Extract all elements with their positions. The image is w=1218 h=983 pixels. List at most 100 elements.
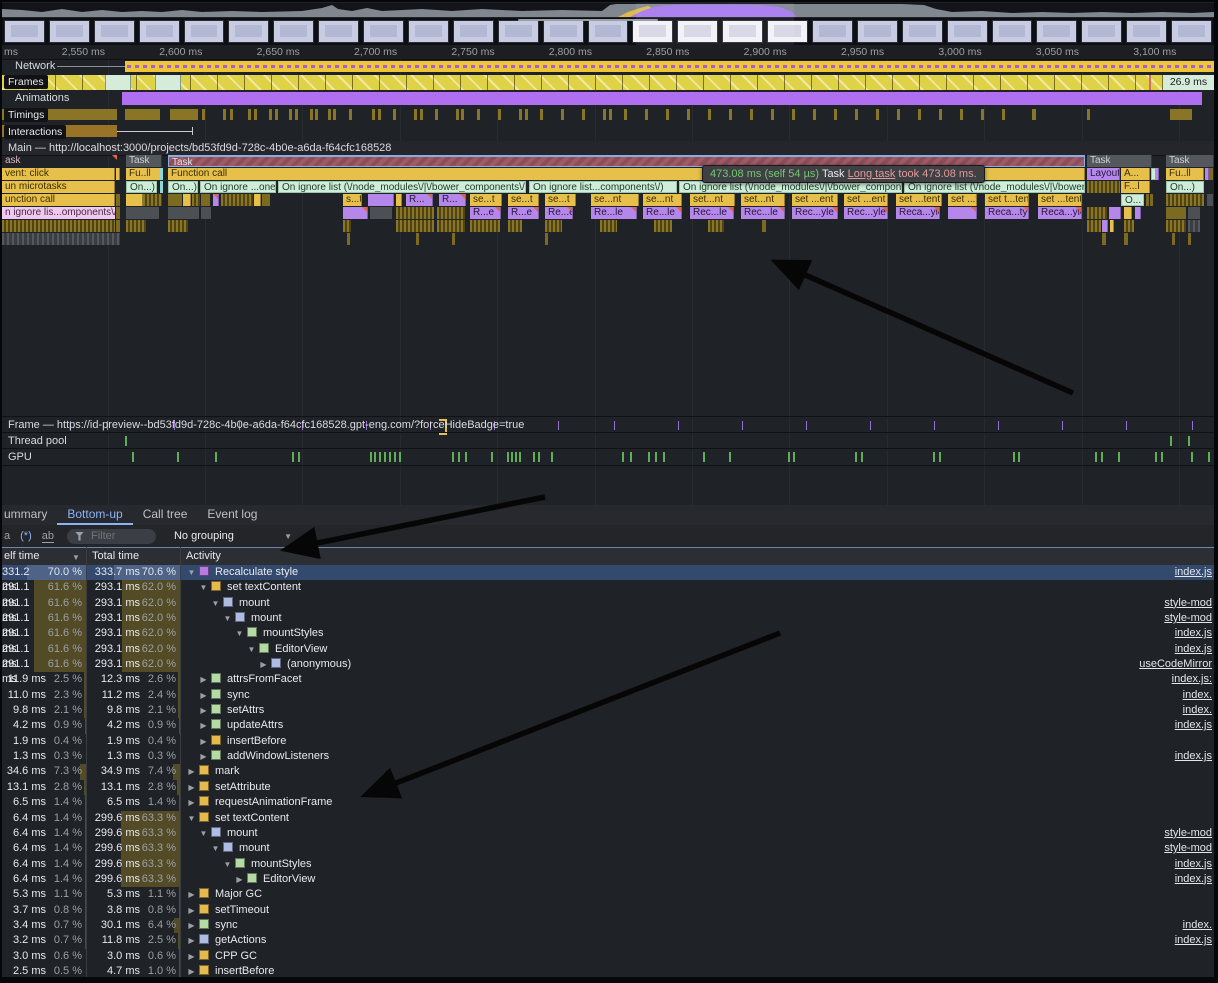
filmstrip-frame[interactable] (94, 20, 135, 43)
activity-name[interactable]: insertBefore (227, 735, 286, 747)
flame-segment[interactable] (1207, 194, 1213, 206)
source-link[interactable]: index.js (1175, 749, 1212, 764)
column-total-time[interactable]: Total time (92, 550, 139, 562)
flame-segment[interactable] (116, 207, 120, 219)
filmstrip-frame[interactable] (1126, 20, 1167, 43)
flame-segment[interactable] (370, 207, 392, 219)
flame-segment[interactable] (116, 220, 120, 232)
source-link[interactable]: index.js (1175, 857, 1212, 872)
collapse-icon[interactable]: ▼ (222, 611, 233, 626)
flame-segment[interactable]: unction call (2, 194, 115, 206)
flame-segment[interactable] (1166, 220, 1186, 232)
flame-segment[interactable]: Rec...yle (792, 207, 838, 219)
table-row[interactable]: 6.4 ms1.4 %299.6 ms63.3 %▼set textConten… (2, 811, 1214, 826)
source-link[interactable]: style-mod (1164, 826, 1212, 841)
expand-icon[interactable]: ▶ (186, 795, 197, 810)
table-row[interactable]: 13.1 ms2.8 %13.1 ms2.8 %▶setAttribute (2, 780, 1214, 795)
network-request-bar[interactable] (125, 61, 1214, 72)
flame-segment[interactable] (1166, 207, 1186, 219)
flame-segment[interactable] (168, 207, 199, 219)
flame-segment[interactable]: vent: click (2, 168, 115, 180)
flame-segment[interactable]: Rec...le (690, 207, 734, 219)
flame-segment[interactable] (1166, 194, 1204, 206)
flame-segment[interactable]: se...nt (591, 194, 639, 206)
table-row[interactable]: 5.3 ms1.1 %5.3 ms1.1 %▶Major GC (2, 887, 1214, 902)
frame-good-segment[interactable] (155, 75, 181, 90)
source-link[interactable]: index.js (1175, 933, 1212, 948)
activity-name[interactable]: addWindowListeners (227, 750, 329, 762)
collapse-icon[interactable]: ▼ (210, 841, 221, 856)
flame-segment[interactable] (1155, 168, 1159, 180)
expand-icon[interactable]: ▶ (198, 749, 209, 764)
flame-segment[interactable]: se...t (545, 194, 576, 206)
flame-segment[interactable] (396, 207, 434, 219)
activity-name[interactable]: EditorView (275, 643, 327, 655)
source-link[interactable]: index.js (1175, 718, 1212, 733)
activity-name[interactable]: setAttrs (227, 704, 264, 716)
table-row[interactable]: 291.1 ms61.6 %293.1 ms62.0 %▶(anonymous)… (2, 657, 1214, 672)
flame-segment[interactable] (368, 194, 394, 206)
filmstrip-frame[interactable] (318, 20, 359, 43)
flame-segment[interactable]: Rec...yle (844, 207, 888, 219)
flame-segment[interactable] (1124, 220, 1134, 232)
cpu-overview-strip[interactable] (2, 3, 1214, 17)
activity-name[interactable]: set textContent (215, 812, 289, 824)
flame-segment[interactable] (545, 220, 562, 232)
activity-name[interactable]: Recalculate style (215, 566, 298, 578)
expand-icon[interactable]: ▶ (186, 918, 197, 933)
source-link[interactable]: index.js (1175, 565, 1212, 580)
filmstrip-frame[interactable] (902, 20, 943, 43)
flame-segment[interactable] (437, 220, 465, 232)
filmstrip-frame[interactable] (812, 20, 853, 43)
activity-name[interactable]: attrsFromFacet (227, 673, 302, 685)
filmstrip-frame[interactable] (588, 20, 629, 43)
flame-segment[interactable] (183, 194, 191, 206)
flame-segment[interactable] (126, 220, 146, 232)
activity-name[interactable]: getActions (215, 934, 266, 946)
source-link[interactable]: useCodeMirror (1139, 657, 1212, 672)
flame-segment[interactable] (1102, 233, 1106, 245)
tab-bottom-up[interactable]: Bottom-up (57, 505, 132, 525)
activity-name[interactable]: updateAttrs (227, 719, 283, 731)
flame-segment[interactable] (654, 220, 672, 232)
activity-name[interactable]: mount (251, 612, 282, 624)
flame-segment[interactable]: set...nt (690, 194, 735, 206)
flame-segment[interactable]: On...) (168, 181, 198, 193)
flame-segment[interactable] (2, 233, 120, 245)
track-network[interactable]: Network (2, 59, 1214, 74)
activity-name[interactable]: mountStyles (263, 627, 324, 639)
flame-segment[interactable]: On...) (126, 181, 157, 193)
table-row[interactable]: 331.2 ms70.0 %333.7 ms70.6 %▼Recalculate… (2, 565, 1214, 580)
frame-good-segment[interactable] (105, 75, 131, 90)
flame-segment[interactable]: R...e (508, 207, 539, 219)
filmstrip-frame[interactable] (228, 20, 269, 43)
flame-chart[interactable]: askTaskTaskTaskTaskvent: clickFu..llFunc… (2, 155, 1214, 254)
source-link[interactable]: index. (1183, 688, 1212, 703)
flame-segment[interactable]: set ...tent (1038, 194, 1082, 206)
filter-box[interactable] (67, 529, 156, 544)
flame-segment[interactable]: set ...ent (792, 194, 838, 206)
flame-segment[interactable] (762, 220, 766, 232)
table-row[interactable]: 3.7 ms0.8 %3.8 ms0.8 %▶setTimeout (2, 903, 1214, 918)
track-gpu[interactable]: GPU (2, 448, 1214, 466)
source-link[interactable]: index.js (1175, 872, 1212, 887)
activity-name[interactable]: (anonymous) (287, 658, 351, 670)
activity-name[interactable]: mount (239, 842, 270, 854)
flame-segment[interactable] (1124, 233, 1128, 245)
table-row[interactable]: 3.2 ms0.7 %11.8 ms2.5 %▶getActionsindex.… (2, 933, 1214, 948)
activity-name[interactable]: mark (215, 765, 239, 777)
activity-name[interactable]: EditorView (263, 873, 315, 885)
flame-segment[interactable] (1150, 194, 1153, 206)
flame-segment[interactable]: Reca...yle (1038, 207, 1082, 219)
flame-segment[interactable]: R... (439, 194, 466, 206)
flame-segment[interactable]: Reca...tyle (985, 207, 1029, 219)
flame-segment[interactable]: Re...le (643, 207, 682, 219)
expand-icon[interactable]: ▶ (198, 703, 209, 718)
filmstrip-frame[interactable] (139, 20, 180, 43)
flame-segment[interactable]: On ignore list (\/node_modules\/|\/bower… (278, 181, 526, 193)
flame-segment[interactable]: Task (126, 155, 162, 167)
table-row[interactable]: 1.9 ms0.4 %1.9 ms0.4 %▶insertBefore (2, 734, 1214, 749)
activity-name[interactable]: sync (215, 919, 238, 931)
activity-name[interactable]: sync (227, 689, 250, 701)
flame-segment[interactable] (201, 194, 210, 206)
